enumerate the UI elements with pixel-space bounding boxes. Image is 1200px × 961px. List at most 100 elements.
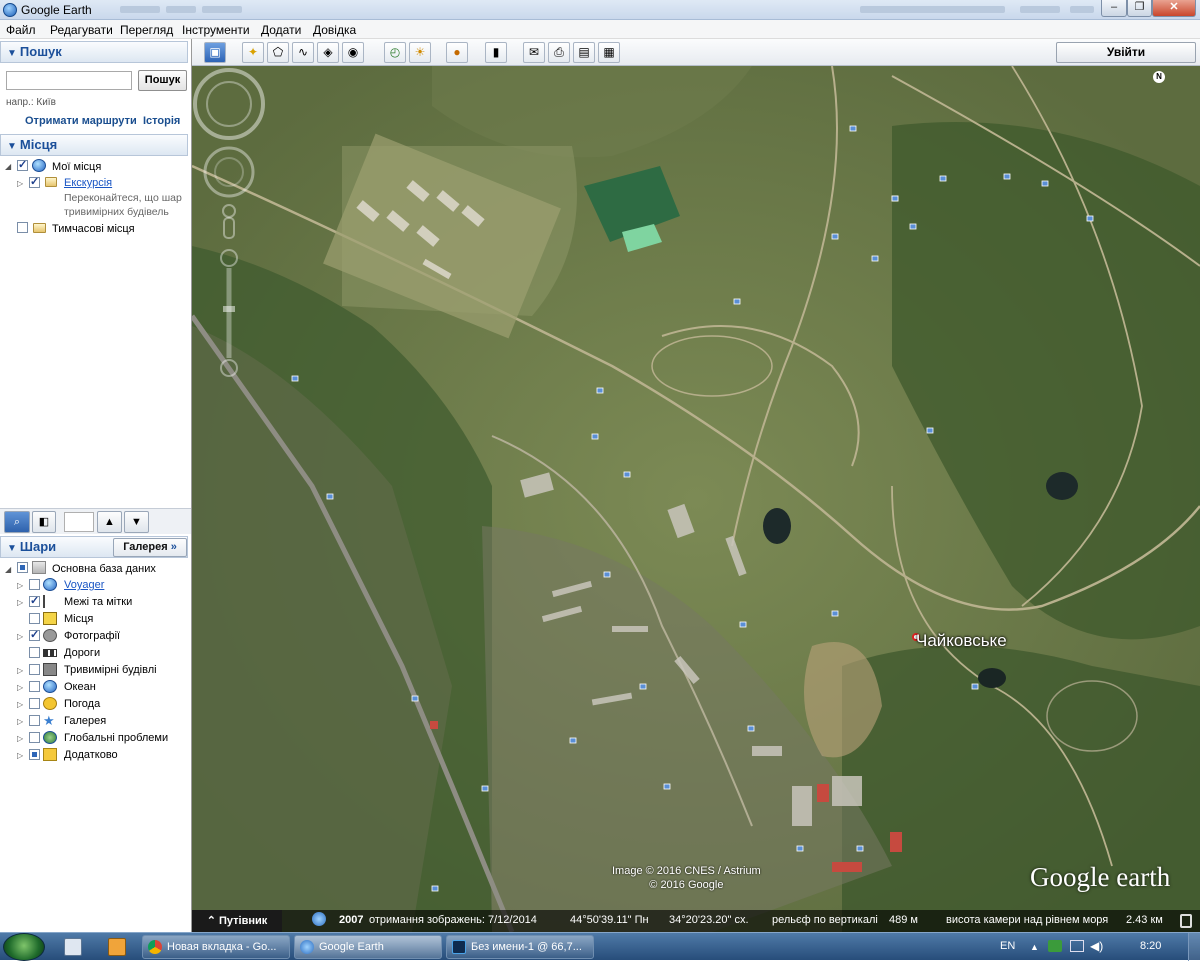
tray-app-icon[interactable]: [1048, 940, 1062, 952]
get-directions-link[interactable]: Отримати маршрути: [25, 115, 137, 127]
add-path-button[interactable]: ∿: [292, 42, 314, 63]
move-up-button[interactable]: ▲: [97, 511, 122, 533]
expand-icon[interactable]: ◢: [5, 565, 11, 574]
layer-label[interactable]: Тривимірні будівлі: [64, 664, 157, 676]
places-item-label[interactable]: Мої місця: [52, 161, 101, 173]
layers-panel-header[interactable]: ▼ Шари Галерея »: [0, 536, 188, 558]
zoom-in-icon[interactable]: [220, 249, 238, 267]
layer-label[interactable]: Межі та мітки: [64, 596, 132, 608]
move-ring[interactable]: [203, 146, 255, 198]
add-polygon-button[interactable]: ⬠: [267, 42, 289, 63]
save-image-button[interactable]: ▤: [573, 42, 595, 63]
checkbox[interactable]: [29, 647, 40, 658]
layer-label[interactable]: Основна база даних: [52, 563, 156, 575]
expand-icon[interactable]: ▷: [17, 700, 23, 709]
layer-label[interactable]: Voyager: [64, 579, 104, 591]
record-tour-button[interactable]: ◉: [342, 42, 364, 63]
expand-icon[interactable]: ▷: [17, 632, 23, 641]
checkbox[interactable]: [17, 222, 28, 233]
historical-imagery-icon[interactable]: [312, 912, 326, 926]
compass-north-icon[interactable]: N: [1153, 71, 1165, 83]
expand-icon[interactable]: ▷: [17, 179, 23, 188]
tray-chevron-icon[interactable]: ▲: [1030, 942, 1039, 952]
menu-edit[interactable]: Редагувати: [50, 23, 113, 37]
places-item-label[interactable]: Тимчасові місця: [52, 223, 135, 235]
checkbox[interactable]: [29, 613, 40, 624]
checkbox[interactable]: [29, 664, 40, 675]
gallery-button[interactable]: Галерея »: [113, 538, 187, 557]
menu-tools[interactable]: Інструменти: [182, 23, 250, 37]
explorer-quick-icon[interactable]: [64, 938, 82, 956]
checkbox[interactable]: [29, 594, 40, 607]
tour-guide-button[interactable]: ⌃ Путівник: [192, 910, 282, 932]
checkbox[interactable]: [29, 579, 40, 590]
move-joystick[interactable]: [214, 157, 244, 187]
checkbox[interactable]: [17, 562, 28, 573]
media-player-quick-icon[interactable]: [108, 938, 126, 956]
expand-icon[interactable]: ▷: [17, 683, 23, 692]
taskbar-chrome[interactable]: Новая вкладка - Go...: [142, 935, 290, 959]
add-placemark-button[interactable]: ✦: [242, 42, 264, 63]
search-input[interactable]: [6, 71, 132, 90]
clock[interactable]: 8:20: [1140, 940, 1161, 952]
expand-icon[interactable]: ▷: [17, 734, 23, 743]
sign-in-button[interactable]: Увійти: [1056, 42, 1196, 63]
move-down-button[interactable]: ▼: [124, 511, 149, 533]
street-view-pegman-icon[interactable]: [222, 204, 236, 218]
history-link[interactable]: Історія: [143, 115, 180, 127]
start-button[interactable]: [3, 933, 45, 961]
layer-label[interactable]: Дороги: [64, 647, 100, 659]
navigation-controls[interactable]: [192, 66, 266, 386]
switch-planet-button[interactable]: ●: [446, 42, 468, 63]
place-label[interactable]: Чайковське: [916, 631, 1007, 651]
search-button[interactable]: Пошук: [138, 70, 187, 91]
checkbox[interactable]: [29, 681, 40, 692]
checkbox[interactable]: [29, 175, 40, 188]
email-button[interactable]: ✉: [523, 42, 545, 63]
add-overlay-button[interactable]: ◈: [317, 42, 339, 63]
expand-icon[interactable]: ▷: [17, 717, 23, 726]
close-button[interactable]: ✕: [1152, 0, 1196, 17]
layer-label[interactable]: Галерея: [64, 715, 106, 727]
checkbox[interactable]: [29, 628, 40, 641]
menu-view[interactable]: Перегляд: [120, 23, 173, 37]
expand-icon[interactable]: ▷: [17, 598, 23, 607]
menu-file[interactable]: Файл: [6, 23, 36, 37]
language-indicator[interactable]: EN: [1000, 940, 1015, 952]
zoom-slider-handle[interactable]: [223, 306, 235, 312]
menu-add[interactable]: Додати: [261, 23, 301, 37]
ruler-button[interactable]: ▮: [485, 42, 507, 63]
minimize-button[interactable]: –: [1101, 0, 1127, 17]
expand-icon[interactable]: ▷: [17, 751, 23, 760]
layer-label[interactable]: Погода: [64, 698, 100, 710]
taskbar-google-earth[interactable]: Google Earth: [294, 935, 442, 959]
layer-label[interactable]: Глобальні проблеми: [64, 732, 168, 744]
layer-label[interactable]: Океан: [64, 681, 96, 693]
volume-icon[interactable]: ◀): [1090, 939, 1103, 953]
print-button[interactable]: ⎙: [548, 42, 570, 63]
expand-icon[interactable]: ▷: [17, 666, 23, 675]
checkbox[interactable]: [29, 732, 40, 743]
layer-label[interactable]: Фотографії: [64, 630, 120, 642]
expand-icon[interactable]: ◢: [5, 162, 11, 171]
historical-imagery-button[interactable]: ◴: [384, 42, 406, 63]
search-panel-header[interactable]: ▼ Пошук: [0, 41, 188, 63]
places-item-label[interactable]: Екскурсія: [64, 177, 112, 189]
sidebar-toggle-button[interactable]: ▣: [204, 42, 226, 63]
map-view[interactable]: N Чайковське Image © 2016 CNES / Astrium…: [192, 66, 1200, 932]
look-ring[interactable]: [193, 68, 265, 140]
search-places-button[interactable]: ⌕: [4, 511, 30, 533]
checkbox[interactable]: [17, 158, 28, 171]
look-joystick[interactable]: [206, 81, 252, 127]
layer-label[interactable]: Місця: [64, 613, 93, 625]
layer-label[interactable]: Додатково: [64, 749, 118, 761]
maximize-button[interactable]: ❐: [1127, 0, 1152, 17]
network-icon[interactable]: [1070, 940, 1084, 952]
panel-toggle-button[interactable]: ◧: [32, 511, 56, 533]
view-in-maps-button[interactable]: ▦: [598, 42, 620, 63]
tour-field[interactable]: [64, 512, 94, 532]
checkbox[interactable]: [29, 698, 40, 709]
checkbox[interactable]: [29, 715, 40, 726]
taskbar-photoshop[interactable]: Без имени-1 @ 66,7...: [446, 935, 594, 959]
sunlight-button[interactable]: ☀: [409, 42, 431, 63]
